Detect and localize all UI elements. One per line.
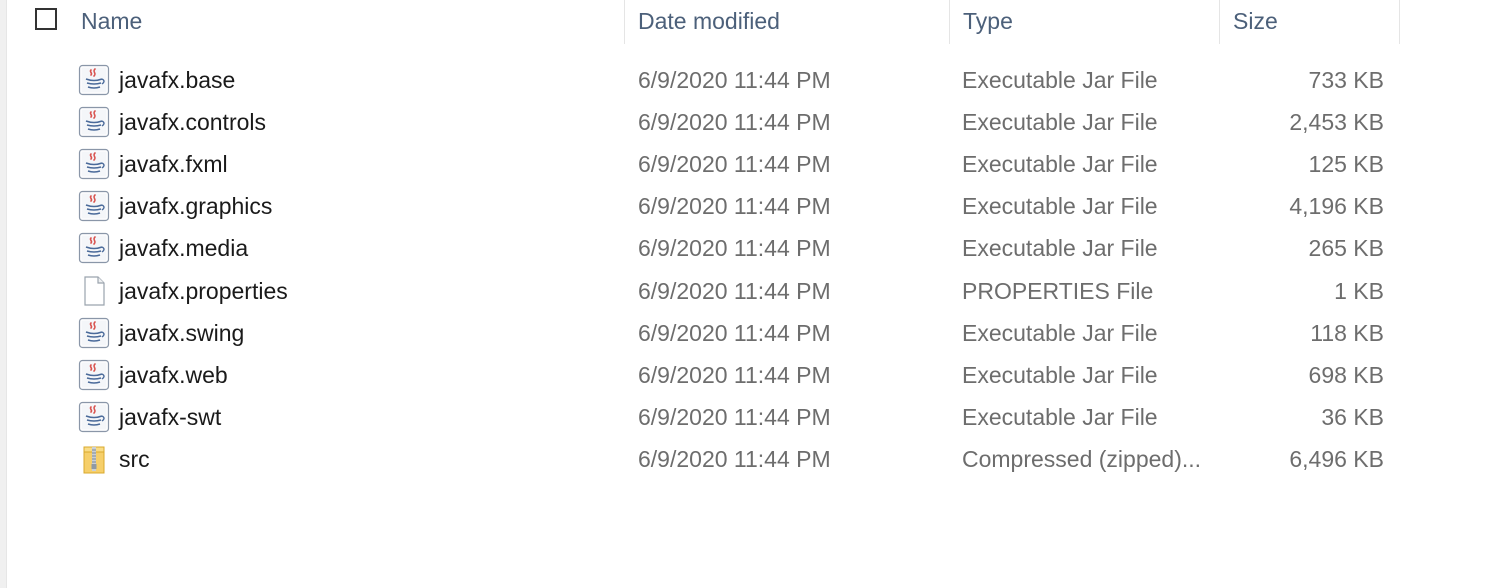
file-name: javafx-swt bbox=[119, 404, 222, 430]
select-all-checkbox[interactable] bbox=[35, 8, 57, 30]
file-type: Executable Jar File bbox=[962, 235, 1158, 261]
jar-file-icon bbox=[78, 190, 110, 222]
file-row[interactable]: javafx.base 6/9/2020 11:44 PM Executable… bbox=[0, 59, 1488, 101]
file-date-modified: 6/9/2020 11:44 PM bbox=[638, 362, 831, 388]
jar-file-icon bbox=[78, 64, 110, 96]
file-date-modified: 6/9/2020 11:44 PM bbox=[638, 151, 831, 177]
jar-file-icon bbox=[78, 401, 110, 433]
file-size: 6,496 KB bbox=[1289, 446, 1384, 472]
jar-file-icon bbox=[78, 317, 110, 349]
file-date-modified: 6/9/2020 11:44 PM bbox=[638, 235, 831, 261]
file-size: 36 KB bbox=[1321, 404, 1384, 430]
file-row[interactable]: javafx.properties 6/9/2020 11:44 PM PROP… bbox=[0, 270, 1488, 312]
file-type: Executable Jar File bbox=[962, 67, 1158, 93]
file-date-modified: 6/9/2020 11:44 PM bbox=[638, 446, 831, 472]
file-type: Executable Jar File bbox=[962, 151, 1158, 177]
file-size: 1 KB bbox=[1334, 278, 1384, 304]
file-name: javafx.media bbox=[119, 235, 249, 261]
file-name: javafx.graphics bbox=[119, 193, 273, 219]
file-type: Executable Jar File bbox=[962, 362, 1158, 388]
file-name: javafx.base bbox=[119, 67, 236, 93]
column-divider[interactable] bbox=[1399, 0, 1400, 44]
file-name: javafx.controls bbox=[119, 109, 267, 135]
column-header-date-modified[interactable]: Date modified bbox=[625, 0, 949, 44]
file-size: 698 KB bbox=[1308, 362, 1384, 388]
file-row[interactable]: javafx.swing 6/9/2020 11:44 PM Executabl… bbox=[0, 312, 1488, 354]
file-row[interactable]: javafx.fxml 6/9/2020 11:44 PM Executable… bbox=[0, 143, 1488, 185]
file-type: Compressed (zipped)... bbox=[962, 446, 1202, 472]
file-type: Executable Jar File bbox=[962, 404, 1158, 430]
file-type: Executable Jar File bbox=[962, 320, 1158, 346]
zip-folder-icon bbox=[78, 443, 110, 475]
generic-file-icon bbox=[78, 275, 110, 307]
file-name: javafx.fxml bbox=[119, 151, 228, 177]
file-type: Executable Jar File bbox=[962, 109, 1158, 135]
file-date-modified: 6/9/2020 11:44 PM bbox=[638, 404, 831, 430]
file-row[interactable]: javafx.graphics 6/9/2020 11:44 PM Execut… bbox=[0, 185, 1488, 227]
file-size: 118 KB bbox=[1310, 320, 1384, 346]
file-date-modified: 6/9/2020 11:44 PM bbox=[638, 109, 831, 135]
column-header-type[interactable]: Type bbox=[950, 0, 1219, 44]
file-date-modified: 6/9/2020 11:44 PM bbox=[638, 320, 831, 346]
column-header-size[interactable]: Size bbox=[1220, 0, 1399, 44]
file-name: javafx.swing bbox=[119, 320, 245, 346]
file-size: 125 KB bbox=[1308, 151, 1384, 177]
file-row[interactable]: javafx-swt 6/9/2020 11:44 PM Executable … bbox=[0, 396, 1488, 438]
file-date-modified: 6/9/2020 11:44 PM bbox=[638, 67, 831, 93]
jar-file-icon bbox=[78, 232, 110, 264]
file-size: 2,453 KB bbox=[1289, 109, 1384, 135]
file-row[interactable]: javafx.web 6/9/2020 11:44 PM Executable … bbox=[0, 354, 1488, 396]
jar-file-icon bbox=[78, 359, 110, 391]
file-size: 733 KB bbox=[1308, 67, 1384, 93]
jar-file-icon bbox=[78, 106, 110, 138]
file-explorer-window: Name Date modified Type Size javafx.base… bbox=[0, 0, 1488, 588]
file-date-modified: 6/9/2020 11:44 PM bbox=[638, 193, 831, 219]
file-name: javafx.properties bbox=[119, 278, 288, 304]
file-size: 265 KB bbox=[1308, 235, 1384, 261]
file-row[interactable]: src 6/9/2020 11:44 PM Compressed (zipped… bbox=[0, 438, 1488, 480]
file-size: 4,196 KB bbox=[1289, 193, 1384, 219]
file-type: PROPERTIES File bbox=[962, 278, 1154, 304]
file-row[interactable]: javafx.controls 6/9/2020 11:44 PM Execut… bbox=[0, 101, 1488, 143]
file-row[interactable]: javafx.media 6/9/2020 11:44 PM Executabl… bbox=[0, 227, 1488, 269]
column-header-name[interactable]: Name bbox=[68, 0, 624, 44]
file-type: Executable Jar File bbox=[962, 193, 1158, 219]
jar-file-icon bbox=[78, 148, 110, 180]
file-name: javafx.web bbox=[119, 362, 228, 388]
file-date-modified: 6/9/2020 11:44 PM bbox=[638, 278, 831, 304]
column-header: Name Date modified Type Size bbox=[0, 0, 1488, 44]
file-name: src bbox=[119, 446, 150, 472]
